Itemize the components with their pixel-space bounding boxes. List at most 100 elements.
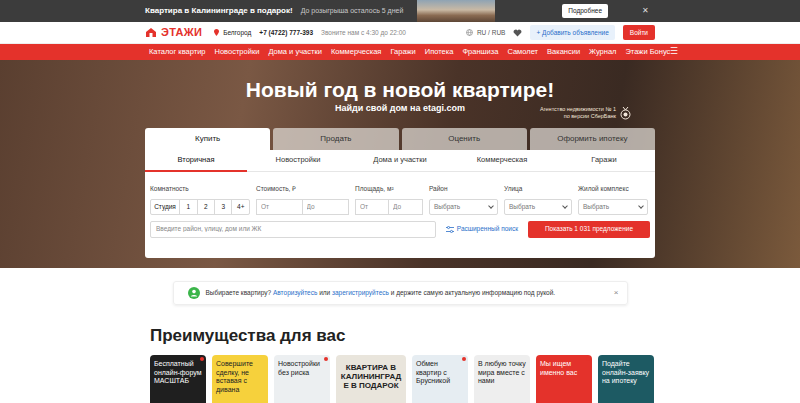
locale-text: RU / RUB: [477, 28, 506, 38]
advantage-card[interactable]: КВАРТИРА В КАЛИНИНГРАДЕ В ПОДАРОК: [336, 355, 406, 403]
chevron-down-icon: [638, 203, 644, 209]
select-value: Выбрать: [509, 202, 535, 212]
notice-close-button[interactable]: ×: [614, 287, 619, 299]
filter-columns: Комнатность Студия1234+ Стоимость, ₽ Площад…: [150, 184, 650, 215]
advanced-search-link[interactable]: Расширенный поиск: [446, 224, 518, 234]
nav-item[interactable]: Коммерческая: [331, 46, 382, 57]
menu-icon[interactable]: ☰: [670, 45, 678, 59]
nav-item[interactable]: Вакансии: [547, 46, 580, 57]
price-filter-to-input[interactable]: [303, 199, 350, 215]
notice-prefix: Выбираете квартиру?: [206, 289, 272, 296]
filter-label: Стоимость, ₽: [256, 184, 349, 194]
city-selector[interactable]: Белгород: [214, 28, 251, 38]
area-filter-to-input[interactable]: [389, 199, 423, 215]
filter-label: Район: [429, 184, 498, 194]
logo-text: ЭТАЖИ: [161, 24, 202, 41]
login-link[interactable]: Авторизуйтесь: [273, 289, 317, 296]
promo-more-button[interactable]: Подробнее: [562, 4, 608, 18]
advantage-cards: Бесплатный онлайн-форум МАСШТАБСовершите…: [145, 355, 655, 403]
complex-filter-select[interactable]: Выбрать: [578, 199, 648, 215]
new-badge-dot: [200, 357, 204, 361]
hero: Новый год в новой квартире!Найди свой до…: [0, 60, 800, 268]
advantage-card[interactable]: Мы ищем именно вас: [536, 355, 592, 403]
price-filter-inputs: [256, 199, 349, 215]
room-option[interactable]: 1: [179, 200, 196, 214]
new-badge-dot: [586, 357, 590, 361]
promo-photo: [417, 0, 495, 22]
advantage-card[interactable]: В любую точку мира вместе с нами: [474, 355, 530, 403]
nav-item[interactable]: Ипотека: [425, 46, 454, 57]
property-type-tab[interactable]: Гаражи: [553, 150, 655, 172]
add-listing-button[interactable]: + Добавить объявление: [530, 25, 614, 41]
nav-item[interactable]: Дома и участки: [268, 46, 322, 57]
filter-sliders-icon: [446, 226, 454, 233]
area-filter-from-input[interactable]: [355, 199, 389, 215]
hero-title: Новый год в новой квартире!: [145, 78, 655, 102]
work-hours: Звоните нам с 4:30 до 22:00: [321, 28, 406, 38]
advantage-card-text: Обмен квартир с Брусникой: [416, 360, 464, 386]
login-button[interactable]: Войти: [623, 25, 655, 41]
advantage-card[interactable]: Новостройки без риска: [274, 355, 330, 403]
nav-item[interactable]: Гаражи: [390, 46, 415, 57]
search-row: Расширенный поиск Показать 1 031 предложе…: [150, 221, 650, 238]
locale-selector[interactable]: RU / RUB: [466, 28, 506, 38]
deal-tab[interactable]: Купить: [145, 128, 270, 150]
nav-item[interactable]: Каталог квартир: [149, 46, 206, 57]
street-filter-select[interactable]: Выбрать: [504, 199, 572, 215]
deal-tab[interactable]: Оценить: [402, 128, 527, 150]
deal-tabs: КупитьПродатьОценитьОформить ипотеку: [145, 128, 655, 150]
phone-number[interactable]: +7 (4722) 777-393: [259, 28, 313, 38]
property-type-tab[interactable]: Новостройки: [247, 150, 349, 172]
advantage-card[interactable]: Совершите сделку, не вставая с дивана: [212, 355, 268, 403]
search-input[interactable]: [150, 221, 436, 238]
nav-item[interactable]: Этажи Бонус: [625, 46, 670, 57]
advanced-search-text: Расширенный поиск: [457, 224, 518, 234]
property-type-tabs: ВторичнаяНовостройкиДома и участкиКоммер…: [145, 150, 655, 172]
notice-suffix: и держите самую актуальную информацию по…: [391, 289, 555, 296]
register-link[interactable]: зарегистрируйтесь: [332, 289, 389, 296]
promo-close-button[interactable]: ✕: [642, 5, 649, 17]
advantage-card-text: Мы ищем именно вас: [540, 360, 588, 377]
promo-countdown: До розыгрыша осталось 5 дней: [301, 6, 404, 17]
promo-banner: Квартира в Калининграде в подарок! До роз…: [0, 0, 800, 22]
promo-title: Квартира в Калининграде в подарок!: [145, 5, 293, 17]
area-filter-inputs: [355, 199, 423, 215]
filter-label: Жилой комплекс: [578, 184, 648, 194]
advantage-card[interactable]: Обмен квартир с Брусникой: [412, 355, 468, 403]
room-option[interactable]: 2: [197, 200, 214, 214]
filter-label: Площадь, м²: [355, 184, 423, 194]
room-option[interactable]: 4+: [231, 200, 248, 214]
room-option[interactable]: Студия: [151, 200, 179, 214]
globe-icon: [466, 29, 473, 36]
nav-item[interactable]: Новостройки: [215, 46, 260, 57]
award-badge: Агентство недвижимости № 1по версии Сбер…: [540, 106, 631, 120]
logo[interactable]: ЭТАЖИ: [145, 24, 202, 41]
price-filter-from-input[interactable]: [256, 199, 303, 215]
deal-tab[interactable]: Продать: [273, 128, 398, 150]
filter-label: Комнатность: [150, 184, 250, 194]
room-option[interactable]: 3: [214, 200, 231, 214]
nav-item[interactable]: Журнал: [589, 46, 616, 57]
medal-icon: [620, 107, 631, 120]
street-filter: УлицаВыбрать: [504, 184, 572, 215]
nav-item[interactable]: Самолет: [507, 46, 538, 57]
area-filter: Площадь, м²: [355, 184, 423, 215]
advantage-card[interactable]: Бесплатный онлайн-форум МАСШТАБ: [150, 355, 206, 403]
property-type-tab[interactable]: Дома и участки: [349, 150, 451, 172]
show-offers-button[interactable]: Показать 1 031 предложение: [528, 221, 650, 238]
property-type-tab[interactable]: Коммерческая: [451, 150, 553, 172]
filters: Комнатность Студия1234+ Стоимость, ₽ Площад…: [145, 172, 655, 254]
heart-icon[interactable]: [513, 29, 522, 37]
chevron-down-icon: [488, 203, 494, 209]
award-text: Агентство недвижимости № 1по версии Сбер…: [540, 106, 616, 120]
district-filter-select[interactable]: Выбрать: [429, 199, 498, 215]
advantage-card[interactable]: Подайте онлайн-заявку на ипотеку: [598, 355, 654, 403]
property-type-tab[interactable]: Вторичная: [145, 150, 247, 172]
nav-item[interactable]: Франшиза: [462, 46, 498, 57]
house-icon: [145, 27, 157, 38]
site-header: ЭТАЖИ Белгород +7 (4722) 777-393 Звоните на…: [0, 22, 800, 44]
user-icon: [188, 287, 200, 299]
location-pin-icon: [214, 29, 219, 36]
advantages-title: Преимущества для вас: [145, 327, 655, 345]
deal-tab[interactable]: Оформить ипотеку: [530, 128, 655, 150]
